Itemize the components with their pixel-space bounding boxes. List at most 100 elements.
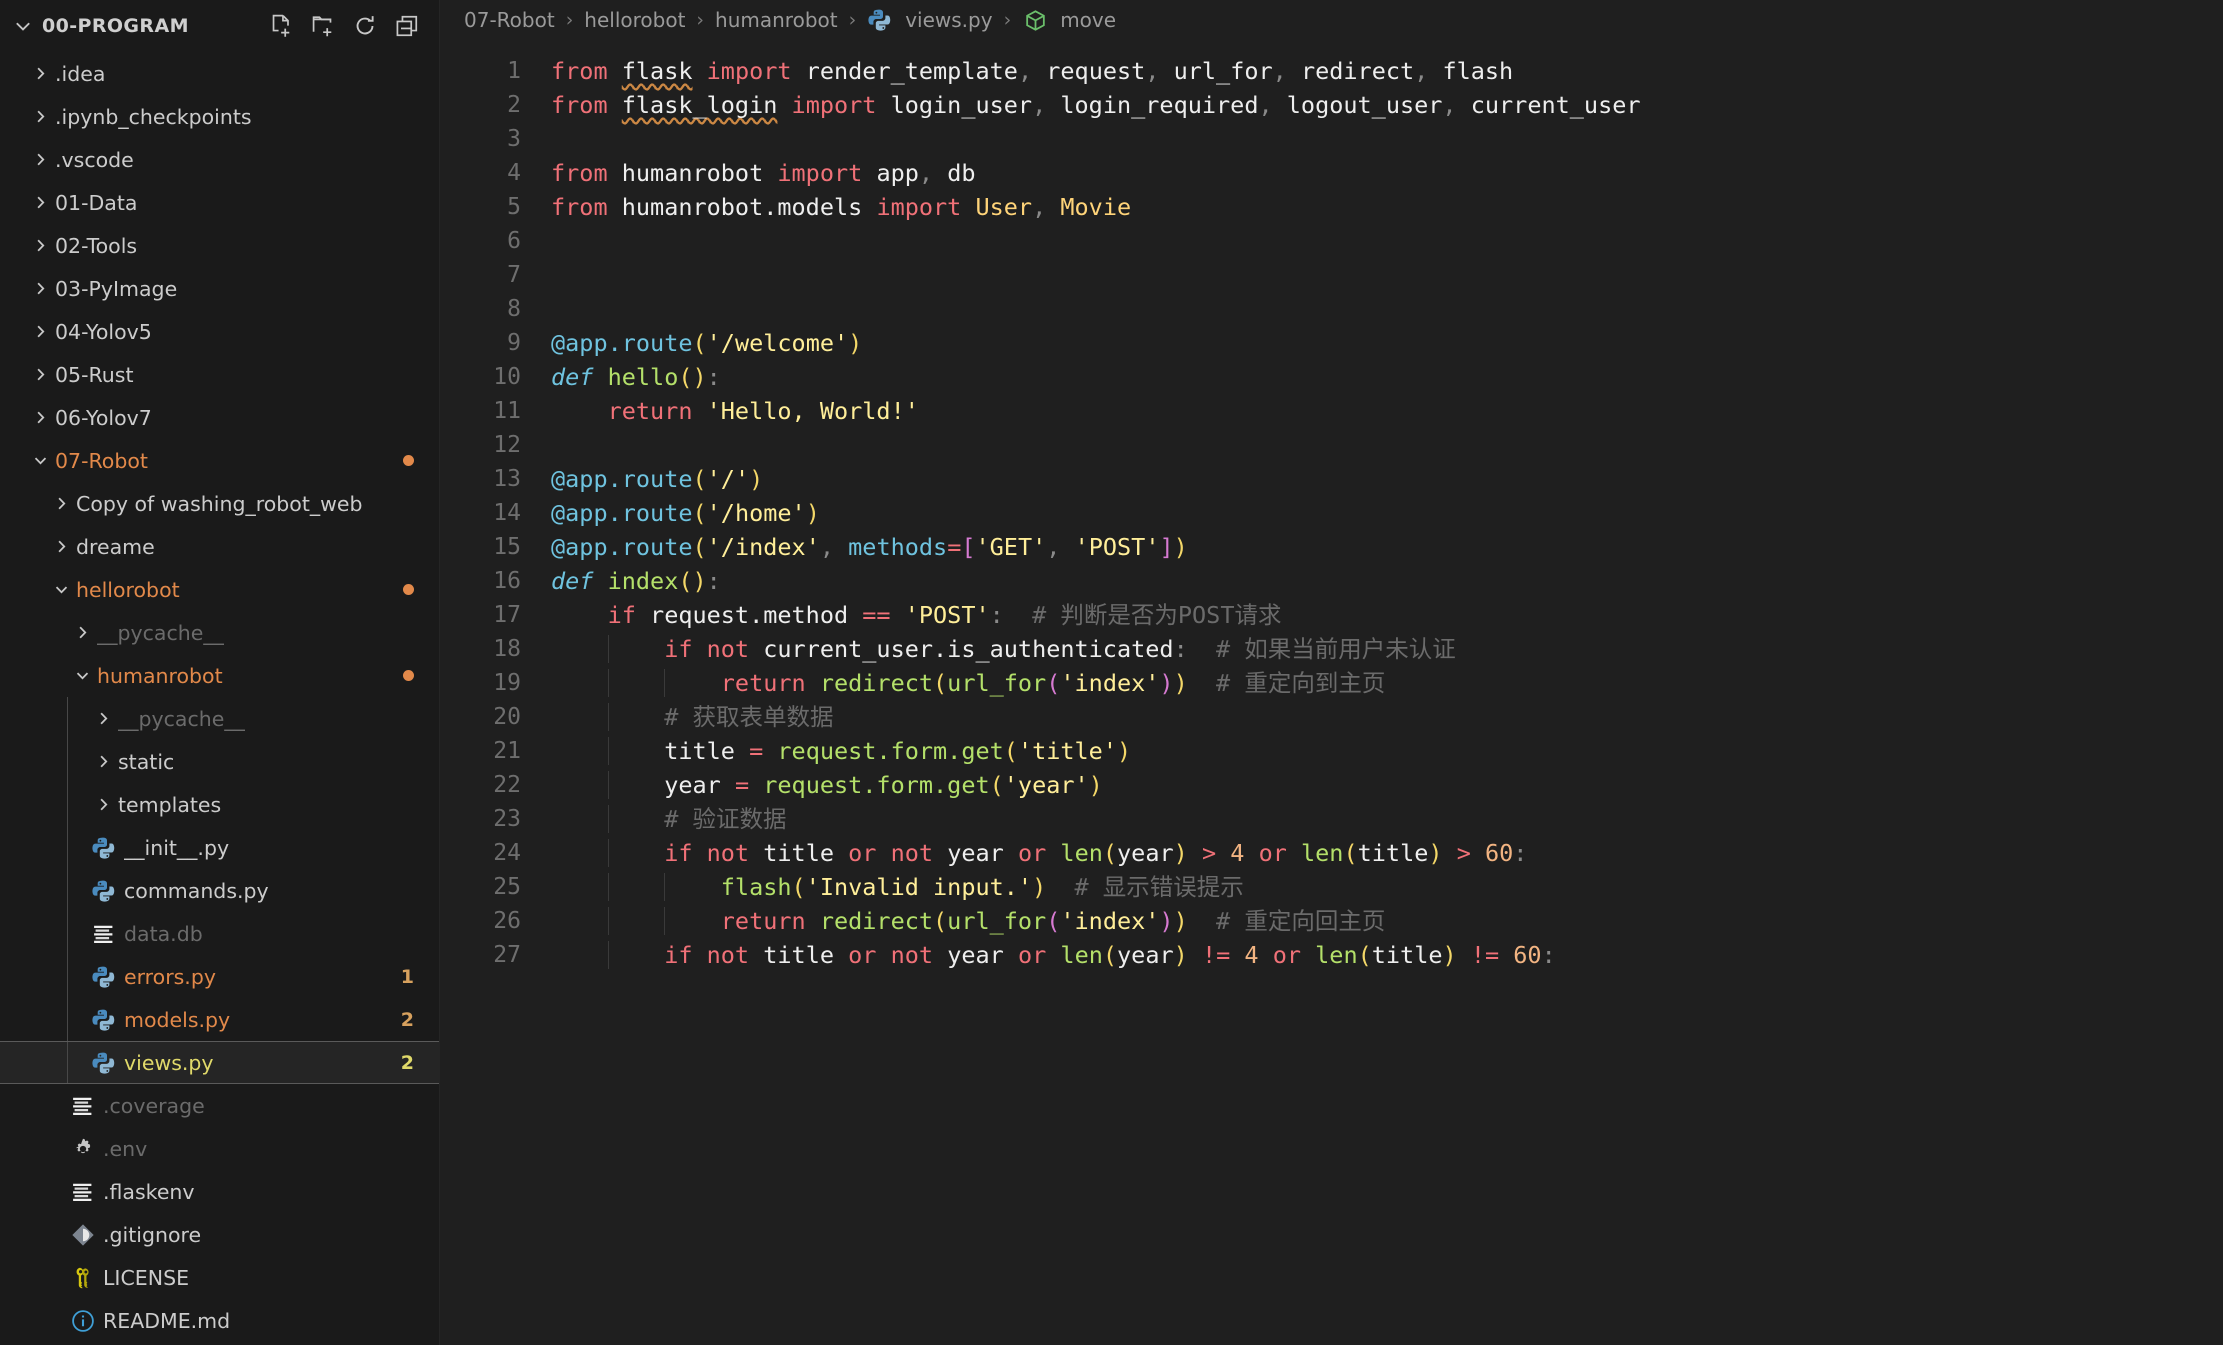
chevron-right-icon[interactable]: [25, 279, 55, 298]
tree-file-row[interactable]: README.md: [0, 1299, 440, 1342]
code-content[interactable]: from flask import render_template, reque…: [545, 40, 2223, 1345]
code-line[interactable]: [551, 258, 2223, 292]
code-line[interactable]: @app.route('/index', methods=['GET', 'PO…: [551, 530, 2223, 564]
code-line[interactable]: @app.route('/welcome'): [551, 326, 2223, 360]
tree-folder-row[interactable]: templates: [0, 783, 440, 826]
code-line[interactable]: [551, 292, 2223, 326]
code-line[interactable]: def index():: [551, 564, 2223, 598]
breadcrumb-label: 07-Robot: [464, 8, 555, 32]
chevron-right-icon[interactable]: [88, 795, 118, 814]
tree-folder-row[interactable]: __pycache__: [0, 697, 440, 740]
tree-folder-row[interactable]: 07-Robot: [0, 439, 440, 482]
code-line[interactable]: title = request.form.get('title'): [551, 734, 2223, 768]
tree-item-label: .gitignore: [103, 1222, 202, 1247]
file-tree[interactable]: .idea .ipynb_checkpoints .vscode 01-Data 02-…: [0, 52, 440, 1345]
breadcrumb-item[interactable]: hellorobot: [582, 8, 687, 32]
breadcrumb-item[interactable]: move: [1020, 8, 1118, 32]
code-line[interactable]: from humanrobot.models import User, Movi…: [551, 190, 2223, 224]
breadcrumb-item[interactable]: 07-Robot: [462, 8, 557, 32]
chevron-right-icon[interactable]: [25, 193, 55, 212]
tree-file-row[interactable]: .coverage: [0, 1084, 440, 1127]
chevron-right-icon[interactable]: [88, 752, 118, 771]
tree-file-row[interactable]: __init__.py: [0, 826, 440, 869]
refresh-icon[interactable]: [352, 13, 378, 39]
tree-folder-row[interactable]: static: [0, 740, 440, 783]
breadcrumb[interactable]: 07-Robot › hellorobot › humanrobot › views.py ›…: [440, 0, 2223, 40]
chevron-right-icon[interactable]: [88, 709, 118, 728]
code-line[interactable]: @app.route('/home'): [551, 496, 2223, 530]
chevron-down-icon[interactable]: [46, 580, 76, 599]
code-line[interactable]: if not title or not year or len(year) !=…: [551, 938, 2223, 972]
tree-file-row[interactable]: .env: [0, 1127, 440, 1170]
code-line[interactable]: flash('Invalid input.') # 显示错误提示: [551, 870, 2223, 904]
code-line[interactable]: return 'Hello, World!': [551, 394, 2223, 428]
tree-file-row[interactable]: LICENSE: [0, 1256, 440, 1299]
tree-folder-row[interactable]: 06-Yolov7: [0, 396, 440, 439]
code-line[interactable]: # 验证数据: [551, 802, 2223, 836]
chevron-right-icon[interactable]: [25, 150, 55, 169]
readme-info-icon: [67, 1309, 99, 1333]
tree-file-row[interactable]: commands.py: [0, 869, 440, 912]
code-line[interactable]: from humanrobot import app, db: [551, 156, 2223, 190]
tree-folder-row[interactable]: humanrobot: [0, 654, 440, 697]
chevron-right-icon[interactable]: [25, 236, 55, 255]
breadcrumb-item[interactable]: humanrobot: [713, 8, 840, 32]
indent-guide: [67, 869, 68, 912]
tree-folder-row[interactable]: .idea: [0, 52, 440, 95]
tree-folder-row[interactable]: 04-Yolov5: [0, 310, 440, 353]
code-line[interactable]: # 获取表单数据: [551, 700, 2223, 734]
chevron-right-icon[interactable]: [46, 494, 76, 513]
tree-folder-row[interactable]: 02-Tools: [0, 224, 440, 267]
tree-folder-row[interactable]: __pycache__: [0, 611, 440, 654]
chevron-right-icon[interactable]: [25, 322, 55, 341]
chevron-down-icon[interactable]: [67, 666, 97, 685]
line-number: 17: [493, 602, 521, 628]
code-line[interactable]: @app.route('/'): [551, 462, 2223, 496]
line-number: 18: [493, 636, 521, 662]
license-key-icon: [67, 1266, 99, 1290]
tree-folder-row[interactable]: 03-PyImage: [0, 267, 440, 310]
tree-file-row[interactable]: errors.py 1: [0, 955, 440, 998]
chevron-right-icon[interactable]: [25, 408, 55, 427]
new-folder-icon[interactable]: [310, 13, 336, 39]
tree-folder-row[interactable]: Copy of washing_robot_web: [0, 482, 440, 525]
code-line[interactable]: def hello():: [551, 360, 2223, 394]
tree-file-row[interactable]: .gitignore: [0, 1213, 440, 1256]
chevron-down-icon[interactable]: [10, 13, 36, 39]
tree-folder-row[interactable]: .vscode: [0, 138, 440, 181]
code-line[interactable]: [551, 122, 2223, 156]
breadcrumb-item[interactable]: views.py: [865, 8, 994, 32]
new-file-icon[interactable]: [268, 13, 294, 39]
collapse-all-icon[interactable]: [394, 13, 420, 39]
tree-folder-row[interactable]: hellorobot: [0, 568, 440, 611]
chevron-right-icon[interactable]: [67, 623, 97, 642]
chevron-down-icon[interactable]: [25, 451, 55, 470]
chevron-right-icon[interactable]: [25, 64, 55, 83]
code-line[interactable]: return redirect(url_for('index')) # 重定向回…: [551, 904, 2223, 938]
code-line[interactable]: from flask import render_template, reque…: [551, 54, 2223, 88]
code-line[interactable]: year = request.form.get('year'): [551, 768, 2223, 802]
chevron-right-icon[interactable]: [46, 537, 76, 556]
code-line[interactable]: from flask_login import login_user, logi…: [551, 88, 2223, 122]
code-line[interactable]: [551, 224, 2223, 258]
code-line[interactable]: if not title or not year or len(year) > …: [551, 836, 2223, 870]
tree-file-row[interactable]: models.py 2: [0, 998, 440, 1041]
code-area[interactable]: 1 2 3 4 5 6 7 8 9 10 11 12 13 14 15 16 17 18 19 20 21 22 23 24 2…: [440, 40, 2223, 1345]
tree-folder-row[interactable]: dreame: [0, 525, 440, 568]
chevron-right-icon[interactable]: [25, 365, 55, 384]
code-line[interactable]: if request.method == 'POST': # 判断是否为POST…: [551, 598, 2223, 632]
tree-file-row[interactable]: .flaskenv: [0, 1170, 440, 1213]
chevron-right-icon[interactable]: [25, 107, 55, 126]
tree-folder-row[interactable]: 05-Rust: [0, 353, 440, 396]
tree-folder-row[interactable]: 01-Data: [0, 181, 440, 224]
tree-folder-row[interactable]: .ipynb_checkpoints: [0, 95, 440, 138]
indent-guide: [67, 912, 68, 955]
tree-file-row[interactable]: data.db: [0, 912, 440, 955]
tree-file-row[interactable]: views.py 2: [0, 1041, 440, 1084]
code-line[interactable]: return redirect(url_for('index')) # 重定向到…: [551, 666, 2223, 700]
code-line[interactable]: [551, 428, 2223, 462]
code-line[interactable]: if not current_user.is_authenticated: # …: [551, 632, 2223, 666]
